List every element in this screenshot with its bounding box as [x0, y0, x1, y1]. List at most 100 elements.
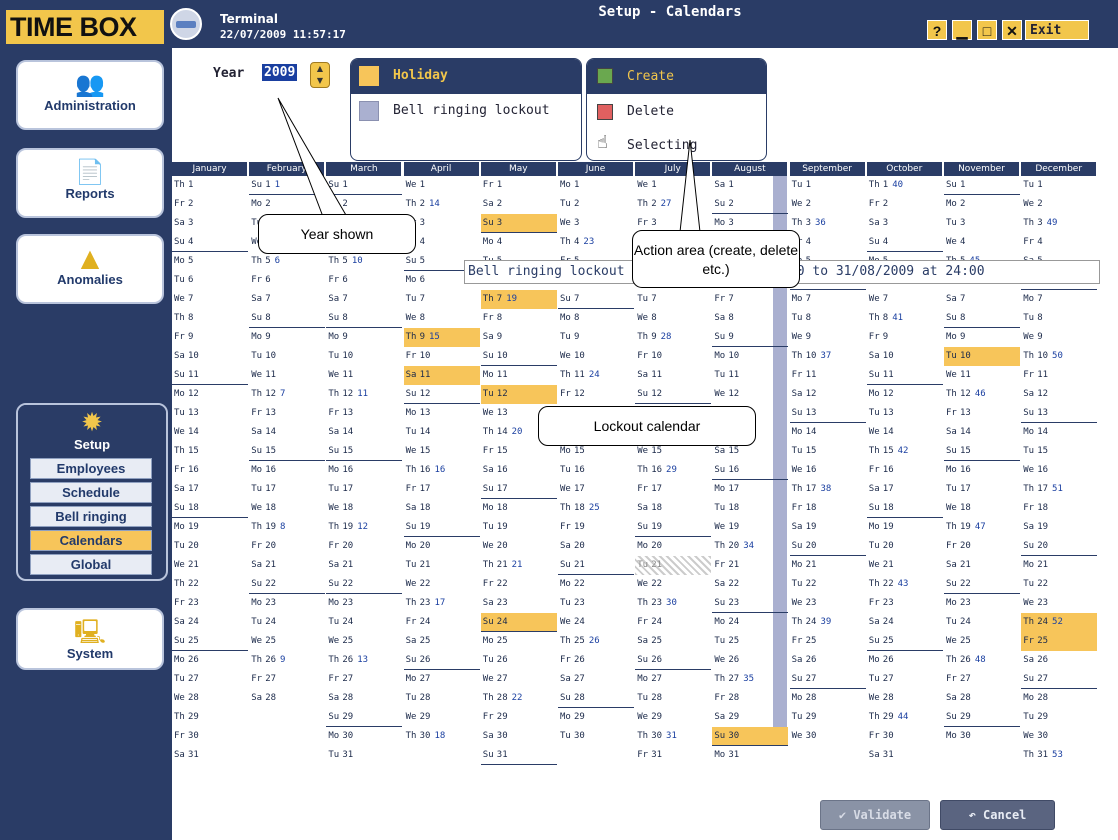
calendar-day[interactable]: Fr 13 [249, 404, 325, 423]
calendar-day[interactable]: Th 23 17 [404, 594, 480, 613]
calendar-day[interactable]: We 29 [635, 708, 711, 727]
calendar-day[interactable]: Th 15 [172, 442, 248, 461]
calendar-day[interactable]: We 21 [172, 556, 248, 575]
calendar-day[interactable]: Th 2 14 [404, 195, 480, 214]
calendar-day[interactable]: Mo 16 [944, 461, 1020, 480]
calendar-day[interactable]: Fr4 [1021, 233, 1097, 252]
calendar-day[interactable]: Su 9 [712, 328, 789, 347]
calendar-day[interactable]: Tu 1 [790, 176, 866, 195]
calendar-day[interactable]: Fr 11 [1021, 366, 1097, 385]
calendar-day[interactable]: Tu 23 [558, 594, 634, 613]
calendar-day[interactable]: Sa 16 [481, 461, 557, 480]
calendar-day[interactable]: We 7 [172, 290, 248, 309]
calendar-day[interactable]: Fr 1 [481, 176, 557, 195]
calendar-day[interactable]: Su 15 [944, 442, 1020, 461]
calendar-day[interactable]: Su 13 [789, 404, 866, 423]
calendar-day[interactable]: Th 9 28 [635, 328, 711, 347]
calendar-day[interactable]: Mo 17 [712, 480, 788, 499]
calendar-day[interactable]: Sa 30 [481, 727, 557, 746]
calendar-day[interactable]: Tu 26 [481, 651, 557, 670]
calendar-day[interactable]: We 23 [1021, 594, 1097, 613]
calendar-day[interactable]: Su 8 [249, 309, 326, 328]
calendar-day[interactable]: Fr 20 [944, 537, 1020, 556]
calendar-day[interactable]: Th 20 34 [712, 537, 788, 556]
calendar-day[interactable]: Su 1 [944, 176, 1020, 195]
calendar-day[interactable]: Tu 31 [326, 746, 402, 765]
calendar-day[interactable]: Su 24 [480, 613, 557, 632]
calendar-day[interactable]: Th 17 51 [1021, 480, 1097, 499]
calendar-day[interactable]: Su 17 [480, 480, 557, 499]
calendar-day[interactable]: Sa 21 [249, 556, 325, 575]
calendar-day[interactable]: We 7 [867, 290, 943, 309]
calendar-day[interactable]: Th 19 47 [944, 518, 1020, 537]
calendar-day[interactable]: Tu 13 [172, 404, 248, 423]
calendar-day[interactable]: Su 12 [635, 385, 712, 404]
calendar-day[interactable]: Sa 19 [1021, 518, 1097, 537]
calendar-day[interactable]: We 8 [635, 309, 711, 328]
calendar-day[interactable]: Mo 23 [944, 594, 1020, 613]
calendar-day[interactable]: Sa 31 [172, 746, 248, 765]
calendar-day[interactable]: Tu 2 [558, 195, 634, 214]
calendar-day[interactable]: Fr 9 [867, 328, 943, 347]
calendar-day[interactable]: Fr 28 [712, 689, 788, 708]
calendar-day[interactable]: Su 27 [789, 670, 866, 689]
calendar-day[interactable]: Su 31 [480, 746, 557, 765]
calendar-day[interactable]: Sa 7 [249, 290, 325, 309]
calendar-day[interactable]: Tu 28 [404, 689, 480, 708]
calendar-day[interactable]: Su11 [866, 366, 943, 385]
calendar-day[interactable]: Tu 20 [172, 537, 248, 556]
calendar-day[interactable]: Sa 3 [867, 214, 943, 233]
calendar-day[interactable]: Mo 21 [1021, 556, 1097, 575]
calendar-day[interactable]: Tu 28 [635, 689, 711, 708]
calendar-day[interactable]: Sa 9 [481, 328, 557, 347]
calendar-day[interactable]: Sa 28 [326, 689, 402, 708]
calendar-day[interactable]: Fr 27 [249, 670, 325, 689]
calendar-day[interactable]: Th 27 35 [712, 670, 788, 689]
calendar-day[interactable]: Tu14 [404, 423, 480, 442]
calendar-day[interactable]: Su 4 [172, 233, 248, 252]
maximize-button[interactable]: □ [977, 20, 997, 40]
calendar-day[interactable]: Mo 20 [635, 537, 711, 556]
year-input[interactable]: 2009 [262, 64, 298, 81]
calendar-day[interactable]: Th 4 23 [558, 233, 634, 252]
calendar-day[interactable]: Fr 25 [790, 632, 866, 651]
calendar-day[interactable]: Mo 9 [249, 328, 325, 347]
calendar-day[interactable]: Th 15 42 [867, 442, 943, 461]
calendar-day[interactable]: We4 [944, 233, 1020, 252]
calendar-day[interactable]: We 2 [790, 195, 866, 214]
calendar-day[interactable]: Mo 22 [558, 575, 634, 594]
calendar-day[interactable]: Su 19 [403, 518, 480, 537]
calendar-day[interactable]: We 14 [172, 423, 248, 442]
calendar-day[interactable]: Sa 20 [558, 537, 634, 556]
calendar-day[interactable]: Tu 21 [635, 556, 712, 575]
calendar-day[interactable]: Su 2 [712, 195, 789, 214]
calendar-day[interactable]: Tu 25 [712, 632, 788, 651]
calendar-day[interactable]: Mo 23 [249, 594, 325, 613]
calendar-day[interactable]: Su 13 [1021, 404, 1098, 423]
calendar-day[interactable]: We 1 [404, 176, 480, 195]
calendar-day[interactable]: Fr 17 [635, 480, 711, 499]
calendar-day[interactable]: Mo 26 [867, 651, 943, 670]
calendar-day[interactable]: Sa 28 [944, 689, 1020, 708]
calendar-day[interactable]: Su 15 [326, 442, 403, 461]
calendar-day[interactable]: Mo 30 [326, 727, 402, 746]
calendar-day[interactable]: Fr 7 [712, 290, 788, 309]
legend-holiday[interactable]: Holiday [351, 59, 581, 94]
calendar-day[interactable]: Fr 27 [326, 670, 402, 689]
calendar-day[interactable]: Fr 22 [481, 575, 557, 594]
calendar-day[interactable]: Su 10 [480, 347, 557, 366]
calendar-day[interactable]: Sa 14 [944, 423, 1020, 442]
calendar-day[interactable]: Th 24 39 [790, 613, 866, 632]
calendar-day[interactable]: We 28 [172, 689, 248, 708]
minimize-button[interactable]: ▁ [952, 20, 972, 40]
calendar-day[interactable]: Su 22 [249, 575, 326, 594]
validate-button[interactable]: ✔ Validate [820, 800, 930, 830]
calendar-day[interactable]: Tu 11 [712, 366, 788, 385]
calendar-day[interactable]: Tu 27 [172, 670, 248, 689]
calendar-day[interactable]: Fr 23 [172, 594, 248, 613]
calendar-day[interactable]: Su 3 [480, 214, 557, 233]
calendar-day[interactable]: We 15 [404, 442, 480, 461]
calendar-day[interactable]: Th 22 43 [867, 575, 943, 594]
calendar-day[interactable]: We 9 [790, 328, 866, 347]
calendar-day[interactable]: Tu 17 [249, 480, 325, 499]
